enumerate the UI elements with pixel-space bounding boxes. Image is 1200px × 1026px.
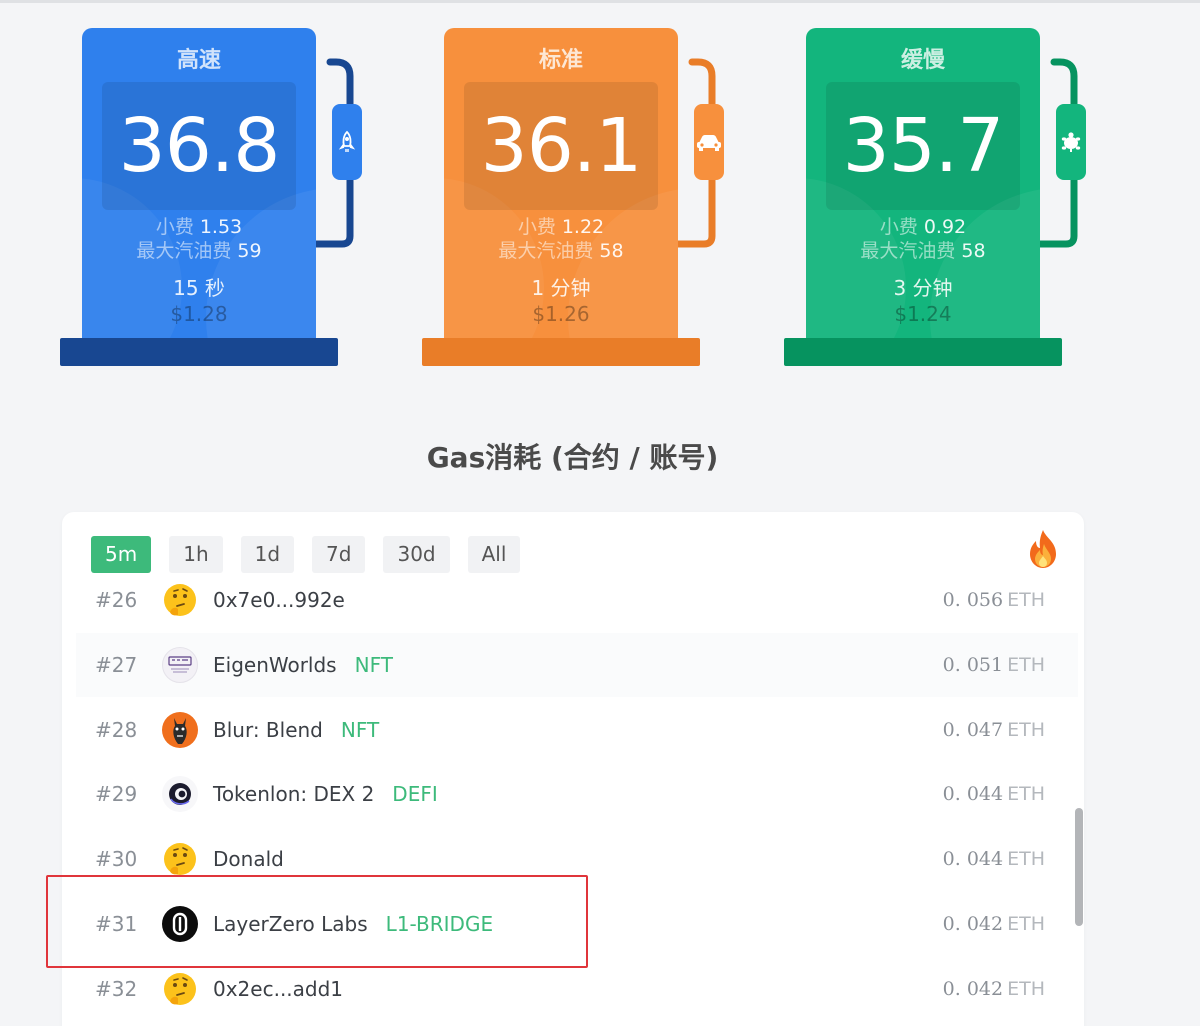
pump-screen: 36.8 xyxy=(102,82,296,210)
tab-1h[interactable]: 1h xyxy=(169,536,223,573)
top-divider xyxy=(0,0,1200,3)
rank: #30 xyxy=(95,847,138,871)
time-range-tabs: 5m 1h 1d 7d 30d All xyxy=(91,536,538,573)
gas-pump-slow: 缓慢 35.7 小费 0.92 最大汽油费 58 3 分钟 $1.24 xyxy=(784,28,1086,368)
tip-label: 小费 xyxy=(517,216,556,238)
account-name: 0x2ec...add1 xyxy=(213,977,344,1001)
max-fee-line: 最大汽油费 58 xyxy=(444,236,678,263)
max-fee-value: 59 xyxy=(237,240,262,262)
list-item[interactable]: #28 Blur: Blend NFT 0. 047 ETH xyxy=(76,698,1078,762)
pump-body: 高速 36.8 小费 1.53 最大汽油费 59 15 秒 $1.28 xyxy=(82,28,316,338)
pump-screen: 35.7 xyxy=(826,82,1020,210)
max-fee-value: 58 xyxy=(961,240,986,262)
account-name: 0x7e0...992e xyxy=(213,588,345,612)
pump-screen: 36.1 xyxy=(464,82,658,210)
gas-amount: 0. 044 ETH xyxy=(942,848,1045,870)
max-fee-line: 最大汽油费 58 xyxy=(806,236,1040,263)
tip-value: 1.22 xyxy=(561,216,605,238)
max-fee-line: 最大汽油费 59 xyxy=(82,236,316,263)
list-item[interactable]: #26 0x7e0...992e 0. 056 ETH xyxy=(76,570,1078,632)
rank: #32 xyxy=(95,977,138,1001)
pump-base xyxy=(784,338,1062,366)
rank: #27 xyxy=(95,653,138,677)
pump-title: 标准 xyxy=(538,48,583,73)
gas-amount: 0. 042 ETH xyxy=(942,978,1045,1000)
tip-value: 0.92 xyxy=(923,216,967,238)
wait-time: 1 分钟 xyxy=(531,276,591,300)
gas-amount: 0. 056 ETH xyxy=(942,589,1045,611)
rank: #29 xyxy=(95,782,138,806)
list-scrollbar[interactable] xyxy=(1075,808,1083,926)
pump-base xyxy=(422,338,700,366)
tip-label: 小费 xyxy=(155,216,194,238)
tip-value: 1.53 xyxy=(199,216,243,238)
category-tag: NFT xyxy=(340,718,380,742)
gas-amount: 0. 051 ETH xyxy=(942,654,1045,676)
gas-price: 36.8 xyxy=(118,103,281,189)
fire-icon[interactable] xyxy=(1020,526,1066,572)
max-fee-value: 58 xyxy=(599,240,624,262)
section-title: Gas消耗 (合约 / 账号) xyxy=(426,441,719,474)
list-item[interactable]: #29 Tokenlon: DEX 2 DEFI 0. 044 ETH xyxy=(76,762,1078,826)
pump-title: 缓慢 xyxy=(900,48,945,73)
pump-base xyxy=(60,338,338,366)
list-item[interactable]: #27 EigenWorlds NFT 0. 051 ETH xyxy=(76,633,1078,697)
contract-name: Tokenlon: DEX 2 DEFI xyxy=(213,782,438,806)
tokenlon-logo-icon xyxy=(162,776,198,812)
pump-body: 缓慢 35.7 小费 0.92 最大汽油费 58 3 分钟 $1.24 xyxy=(806,28,1040,338)
gas-amount: 0. 042 ETH xyxy=(942,913,1045,935)
car-icon xyxy=(694,104,724,180)
category-tag: NFT xyxy=(354,653,393,677)
rank: #26 xyxy=(95,588,138,612)
max-fee-label: 最大汽油费 xyxy=(136,240,232,262)
pump-title: 高速 xyxy=(176,48,221,73)
wait-time: 15 秒 xyxy=(173,276,225,300)
gas-price: 36.1 xyxy=(480,103,643,189)
eigenworlds-logo-icon xyxy=(162,647,198,683)
gas-amount: 0. 047 ETH xyxy=(942,719,1045,741)
usd-cost: $1.26 xyxy=(532,302,590,326)
thinking-emoji-icon xyxy=(162,971,198,1007)
account-name: Donald xyxy=(213,847,284,871)
tab-5m[interactable]: 5m xyxy=(91,536,152,573)
contract-name: Blur: Blend NFT xyxy=(213,718,380,742)
pump-body: 标准 36.1 小费 1.22 最大汽油费 58 1 分钟 $1.26 xyxy=(444,28,678,338)
rank: #28 xyxy=(95,718,138,742)
gas-price: 35.7 xyxy=(842,103,1005,189)
wait-time: 3 分钟 xyxy=(893,276,953,300)
category-tag: DEFI xyxy=(392,782,438,806)
tip-line: 小费 1.22 xyxy=(444,212,678,239)
thinking-emoji-icon xyxy=(162,841,198,877)
rocket-icon xyxy=(332,104,362,180)
gas-pump-fast: 高速 36.8 小费 1.53 最大汽油费 59 15 秒 $1.28 xyxy=(60,28,362,368)
usd-cost: $1.24 xyxy=(894,302,952,326)
tip-line: 小费 1.53 xyxy=(82,212,316,239)
tip-line: 小费 0.92 xyxy=(806,212,1040,239)
usd-cost: $1.28 xyxy=(170,302,228,326)
contract-name: EigenWorlds NFT xyxy=(213,653,393,677)
thinking-emoji-icon xyxy=(162,582,198,618)
tab-30d[interactable]: 30d xyxy=(383,536,450,573)
max-fee-label: 最大汽油费 xyxy=(498,240,594,262)
max-fee-label: 最大汽油费 xyxy=(860,240,956,262)
tab-1d[interactable]: 1d xyxy=(240,536,295,573)
tab-7d[interactable]: 7d xyxy=(312,536,366,573)
blur-logo-icon xyxy=(162,712,198,748)
gas-pump-standard: 标准 36.1 小费 1.22 最大汽油费 58 1 分钟 $1.26 xyxy=(422,28,724,368)
tab-all[interactable]: All xyxy=(467,536,521,573)
gas-amount: 0. 044 ETH xyxy=(942,783,1045,805)
highlight-box xyxy=(46,875,588,968)
tip-label: 小费 xyxy=(879,216,918,238)
turtle-icon xyxy=(1056,104,1086,180)
